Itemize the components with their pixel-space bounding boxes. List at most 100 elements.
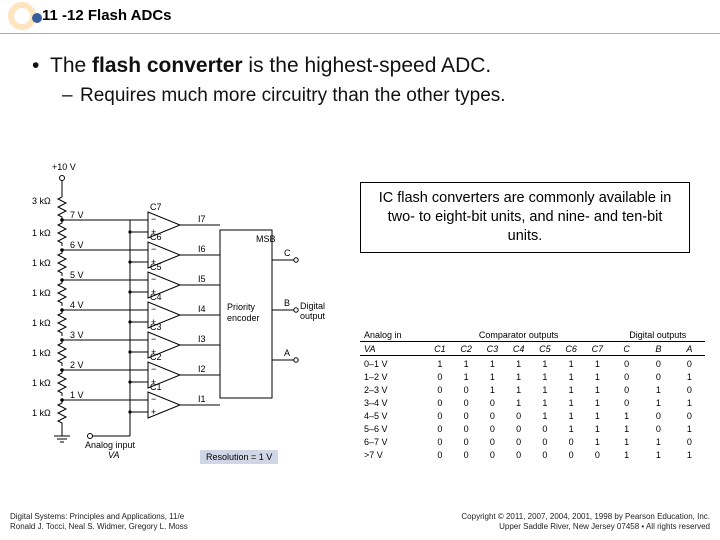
label-r: 1 kΩ — [32, 378, 51, 388]
label-comp: C6 — [150, 232, 162, 242]
th-col: C3 — [479, 342, 505, 356]
table-cell: 0 — [453, 384, 479, 397]
table-cell: 0 — [427, 410, 453, 423]
label-iline: I2 — [198, 364, 206, 374]
table-cell: 0 — [610, 384, 642, 397]
table-cell: 0 — [427, 397, 453, 410]
th-col: C — [610, 342, 642, 356]
table-cell: 1 — [584, 436, 610, 449]
table-cell: 5–6 V — [360, 423, 427, 436]
table-cell: 1 — [610, 436, 642, 449]
info-callout-box: IC flash converters are commonly availab… — [360, 182, 690, 253]
table-cell: 0 — [505, 423, 531, 436]
label-node: 1 V — [70, 390, 84, 400]
flash-adc-circuit-diagram: +10 V 3 kΩ7 VC7−+I71 kΩ6 VC6−+I61 kΩ5 VC… — [30, 160, 340, 470]
table-cell: 0 — [643, 371, 674, 384]
table-cell: 1–2 V — [360, 371, 427, 384]
label-output: output — [300, 311, 326, 321]
table-cell: 0 — [479, 410, 505, 423]
table-cell: 1 — [674, 371, 705, 384]
label-node: 2 V — [70, 360, 84, 370]
table-cell: 0 — [532, 436, 558, 449]
table-cell: 1 — [532, 397, 558, 410]
table-row: 0–1 V1111111000 — [360, 356, 705, 371]
table-cell: 0 — [427, 436, 453, 449]
th-group-digital: Digital outputs — [610, 328, 705, 342]
svg-text:−: − — [151, 274, 156, 284]
footer-right: Copyright © 2011, 2007, 2004, 2001, 1998… — [461, 512, 710, 532]
table-cell: 1 — [584, 410, 610, 423]
label-comp: C2 — [150, 352, 162, 362]
table-cell: 0 — [610, 356, 642, 371]
b1-post: is the highest-speed ADC. — [243, 54, 492, 77]
table-row: 4–5 V0000111100 — [360, 410, 705, 423]
table-cell: 1 — [584, 356, 610, 371]
table-cell: 1 — [479, 371, 505, 384]
label-r: 1 kΩ — [32, 258, 51, 268]
table-cell: 1 — [558, 423, 584, 436]
label-iline: I6 — [198, 244, 206, 254]
svg-text:−: − — [151, 364, 156, 374]
table-cell: 1 — [584, 384, 610, 397]
label-comp: C3 — [150, 322, 162, 332]
footer-address: Upper Saddle River, New Jersey 07458 • A… — [461, 522, 710, 532]
table-cell: 0 — [453, 410, 479, 423]
table-cell: 0 — [643, 356, 674, 371]
slide-title: 11 -12 Flash ADCs — [42, 7, 172, 24]
table-cell: 0 — [427, 371, 453, 384]
table-cell: 1 — [453, 356, 479, 371]
th-col: VA — [360, 342, 427, 356]
svg-text:+: + — [151, 407, 156, 417]
svg-text:−: − — [151, 214, 156, 224]
table-cell: 1 — [674, 423, 705, 436]
table-cell: 1 — [558, 371, 584, 384]
label-comp: C5 — [150, 262, 162, 272]
table-cell: 0 — [674, 384, 705, 397]
table-cell: 1 — [532, 356, 558, 371]
footer-book-title: Digital Systems: Principles and Applicat… — [10, 512, 188, 522]
b1-bold: flash converter — [92, 54, 243, 77]
table-cell: 0 — [479, 397, 505, 410]
table-cell: 1 — [584, 371, 610, 384]
table-cell: 1 — [479, 356, 505, 371]
table-cell: 1 — [610, 449, 642, 462]
table-cell: 1 — [610, 410, 642, 423]
label-iline: I4 — [198, 304, 206, 314]
svg-text:−: − — [151, 334, 156, 344]
table-row: 3–4 V0001111011 — [360, 397, 705, 410]
label-r: 1 kΩ — [32, 228, 51, 238]
table-cell: 0 — [558, 436, 584, 449]
label-out: B — [284, 298, 290, 308]
label-msb: MSB — [256, 234, 276, 244]
label-comp: C1 — [150, 382, 162, 392]
table-cell: 1 — [674, 449, 705, 462]
truth-table-table: Analog in Comparator outputs Digital out… — [360, 328, 705, 462]
label-node: 7 V — [70, 210, 84, 220]
table-cell: 1 — [643, 384, 674, 397]
footer-left: Digital Systems: Principles and Applicat… — [10, 512, 188, 532]
label-iline: I5 — [198, 274, 206, 284]
th-col: C7 — [584, 342, 610, 356]
b1-pre: The — [50, 54, 92, 77]
slide-body: The flash converter is the highest-speed… — [0, 34, 720, 107]
th-col: C1 — [427, 342, 453, 356]
table-cell: 1 — [505, 371, 531, 384]
label-out: A — [284, 348, 290, 358]
table-cell: 0–1 V — [360, 356, 427, 371]
label-priority: Priority — [227, 302, 256, 312]
bullet-level-2: Requires much more circuitry than the ot… — [80, 85, 694, 107]
table-cell: 0 — [505, 449, 531, 462]
label-iline: I7 — [198, 214, 206, 224]
table-cell: 1 — [532, 384, 558, 397]
table-cell: 1 — [584, 397, 610, 410]
th-col: B — [643, 342, 674, 356]
label-node: 3 V — [70, 330, 84, 340]
resolution-badge: Resolution = 1 V — [200, 450, 278, 464]
label-vsupply: +10 V — [52, 162, 76, 172]
table-cell: 0 — [610, 371, 642, 384]
table-cell: 0 — [674, 436, 705, 449]
table-row: 2–3 V0011111010 — [360, 384, 705, 397]
label-comp: C4 — [150, 292, 162, 302]
th-col: C2 — [453, 342, 479, 356]
footer-copyright: Copyright © 2011, 2007, 2004, 2001, 1998… — [461, 512, 710, 522]
